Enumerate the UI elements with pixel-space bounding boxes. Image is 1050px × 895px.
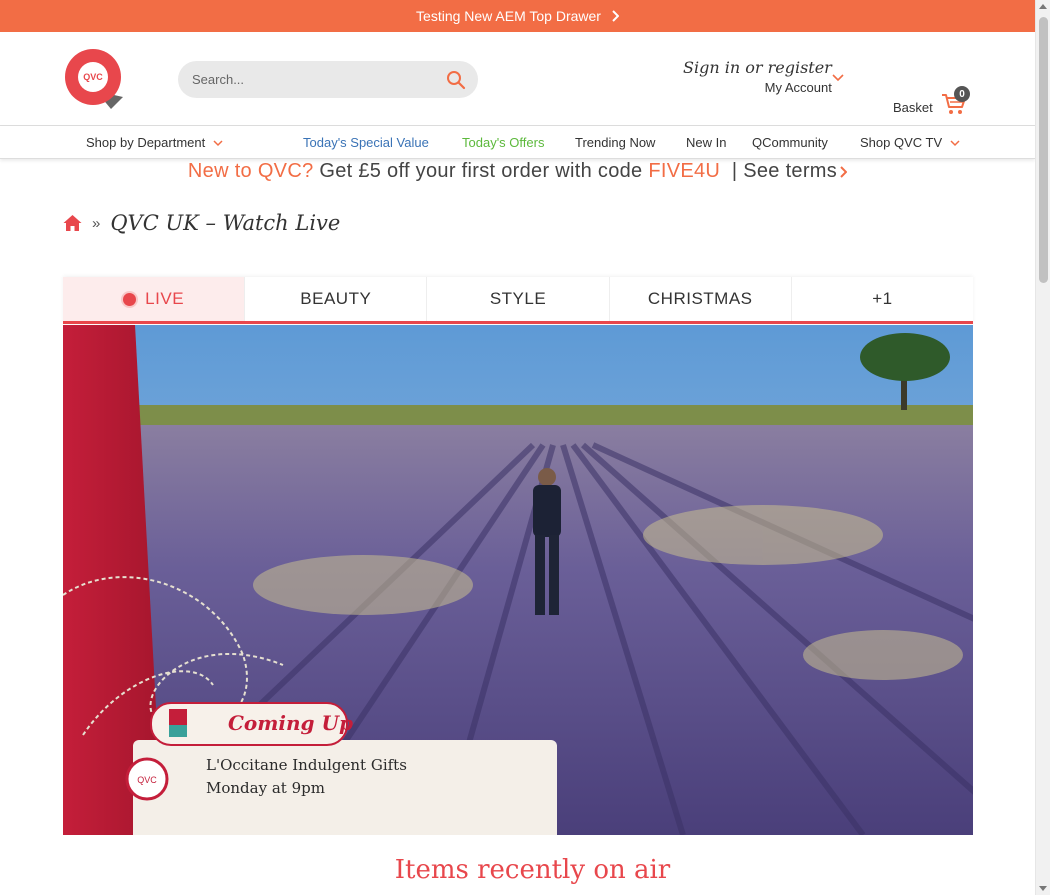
scroll-up-icon[interactable] [1039,4,1047,9]
recently-on-air-heading: Items recently on air [394,855,671,885]
nav-new-in[interactable]: New In [686,135,726,150]
nav-trending-now[interactable]: Trending Now [575,135,655,150]
nav-todays-offers[interactable]: Today's Offers [462,135,544,150]
tab-style[interactable]: STYLE [427,277,610,321]
search-bar [178,61,478,98]
show-title: L'Occitane Indulgent Gifts [206,756,407,774]
live-dot-icon [123,292,137,306]
tab-label: STYLE [489,289,547,308]
breadcrumb: » QVC UK – Watch Live [63,211,340,235]
chevron-right-icon[interactable] [839,166,848,178]
chevron-down-icon[interactable] [832,74,844,82]
tab-christmas[interactable]: CHRISTMAS [609,277,792,321]
channel-tabs: LIVE BEAUTY STYLE CHRISTMAS +1 [63,277,974,324]
top-drawer-banner[interactable]: Testing New AEM Top Drawer [0,0,1035,32]
see-terms-link[interactable]: | See terms [732,160,837,182]
promo-banner: New to QVC? Get £5 off your first order … [0,160,1035,183]
page: Testing New AEM Top Drawer QVC Sign in o… [0,0,1035,895]
nav-label: Shop QVC TV [860,135,943,150]
account-menu[interactable]: Sign in or register My Account [683,58,832,95]
tab-live[interactable]: LIVE [63,277,246,321]
promo-text: Get £5 off your first order with code [319,160,643,182]
video-qvc-logo-text: QVC [137,775,157,785]
page-title: QVC UK – Watch Live [110,211,341,235]
nav-shop-by-department[interactable]: Shop by Department [86,135,223,150]
nav-todays-special-value[interactable]: Today's Special Value [303,135,429,150]
search-input[interactable] [178,61,428,98]
home-icon[interactable] [63,214,82,232]
scroll-down-icon[interactable] [1039,886,1047,891]
nav-label: Shop by Department [86,135,206,150]
top-drawer-text: Testing New AEM Top Drawer [416,8,601,24]
tab-label: +1 [872,289,893,308]
tab-plus-one[interactable]: +1 [791,277,974,321]
my-account-link[interactable]: My Account [683,80,832,95]
breadcrumb-separator: » [92,214,101,232]
nav-qcommunity[interactable]: QCommunity [752,135,828,150]
promo-lead: New to QVC? [187,160,314,182]
page-scrollbar[interactable] [1035,0,1050,895]
tab-label: LIVE [145,289,185,308]
nav-shop-qvc-tv[interactable]: Shop QVC TV [860,135,960,150]
main-nav: Shop by Department Today's Special Value… [0,126,1035,159]
basket[interactable]: Basket 0 [893,86,970,115]
promo-code: FIVE4U [648,160,721,182]
basket-label: Basket [893,100,933,115]
scrollbar-thumb[interactable] [1039,17,1048,283]
tab-label: BEAUTY [300,289,372,308]
chevron-down-icon [950,140,960,147]
qvc-logo[interactable]: QVC [63,47,123,109]
coming-up-label: Coming Up [228,711,353,735]
tab-beauty[interactable]: BEAUTY [245,277,428,321]
show-time: Monday at 9pm [206,779,325,797]
live-video-player[interactable]: Coming Up QVC L'Occitane Indulgent Gifts… [63,325,973,835]
basket-count-badge: 0 [954,86,970,102]
chevron-down-icon [213,140,223,147]
chevron-right-icon [612,10,619,22]
coming-up-card [133,740,557,835]
tab-label: CHRISTMAS [647,289,753,308]
site-header: QVC Sign in or register My Account Baske… [0,32,1035,126]
search-icon[interactable] [446,70,466,90]
gift-icon [169,709,187,737]
logo-text: QVC [83,72,103,82]
sign-in-link[interactable]: Sign in or register [683,58,832,77]
